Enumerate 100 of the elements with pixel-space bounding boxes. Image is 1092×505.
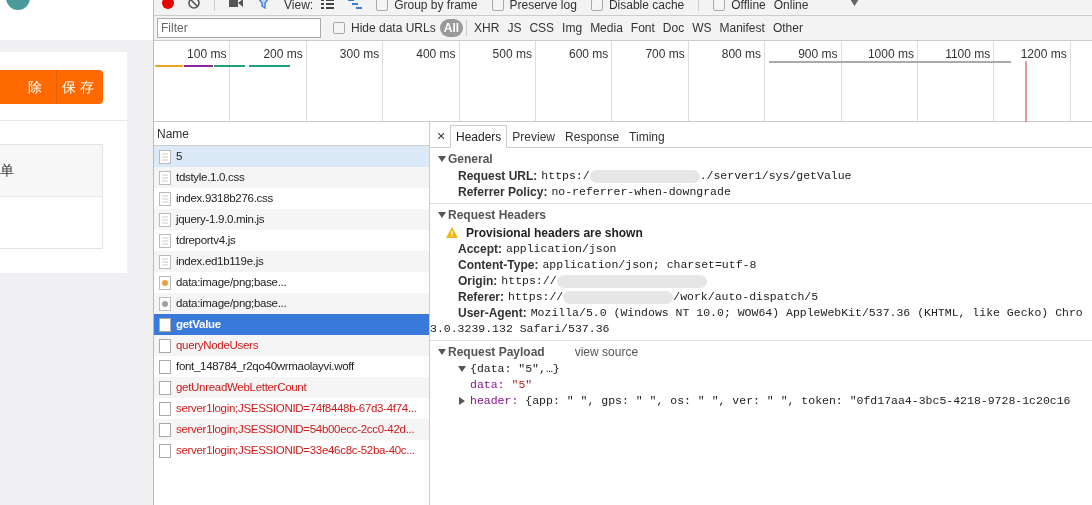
header-value: Mozilla/5.0 (Windows NT 10.0; WOW64) AppleWebKit/537.36 (KHTML, like Gecko) Chro bbox=[530, 305, 1083, 321]
payload-key: data: bbox=[470, 377, 505, 393]
payload-key: header: bbox=[470, 393, 519, 409]
tick-label: 400 ms bbox=[416, 46, 456, 59]
type-filter-tab[interactable]: WS bbox=[688, 19, 716, 37]
header-value: ./server1/sys/getValue bbox=[699, 168, 852, 184]
filter-field[interactable]: Filter bbox=[157, 18, 321, 38]
request-name: font_148784_r2qo40wrmaolayvi.woff bbox=[176, 358, 354, 374]
column-header[interactable]: Name bbox=[157, 124, 189, 143]
payload-value: "5" bbox=[511, 377, 533, 393]
request-name: jquery-1.9.0.min.js bbox=[176, 211, 265, 227]
document-icon bbox=[159, 170, 171, 185]
close-button[interactable]: × bbox=[434, 125, 448, 147]
checkbox-label[interactable]: Group by frame bbox=[394, 0, 478, 11]
video-camera-icon[interactable] bbox=[229, 0, 243, 8]
file-icon bbox=[159, 338, 171, 353]
checkbox-label[interactable]: Disable cache bbox=[608, 0, 685, 11]
table-cell-text: 单 bbox=[0, 161, 14, 180]
collapsed-arrow-icon[interactable] bbox=[458, 397, 466, 405]
tick-label: 200 ms bbox=[263, 46, 303, 59]
expanded-arrow-icon[interactable] bbox=[438, 155, 446, 163]
tick-label: 100 ms bbox=[187, 46, 227, 59]
detail-tab[interactable]: Timing bbox=[624, 125, 670, 148]
waterfall-icon[interactable] bbox=[348, 0, 363, 10]
request-name: server1login;JSESSIONID=74f8448b-67d3-4f74... bbox=[176, 400, 417, 416]
tick-label: 700 ms bbox=[645, 46, 685, 59]
image-file-icon bbox=[159, 275, 171, 290]
checkbox[interactable] bbox=[590, 0, 603, 11]
section-title[interactable]: General bbox=[448, 150, 493, 168]
checkbox[interactable] bbox=[491, 0, 504, 11]
request-row[interactable]: 5 bbox=[154, 146, 429, 167]
header-key: Referrer Policy: bbox=[458, 184, 548, 200]
request-row[interactable]: queryNodeUsers bbox=[154, 335, 429, 356]
type-filter-tab[interactable]: Doc bbox=[658, 19, 689, 37]
request-row[interactable]: getUnreadWebLetterCount bbox=[154, 377, 429, 398]
request-name: tdstyle.1.0.css bbox=[176, 169, 245, 185]
file-icon bbox=[159, 443, 171, 458]
header-key: Origin: bbox=[458, 273, 498, 289]
tick-label: 600 ms bbox=[569, 46, 609, 59]
checkbox-label[interactable]: Hide data URLs bbox=[351, 19, 436, 37]
request-row[interactable]: getValue bbox=[154, 314, 429, 335]
file-icon bbox=[159, 317, 171, 332]
header-value: no-referrer-when-downgrade bbox=[551, 184, 731, 200]
payload-summary: {data: "5",…} bbox=[470, 361, 560, 377]
header-value: https:// bbox=[501, 273, 557, 289]
document-icon bbox=[159, 212, 171, 227]
header-value: https:/ bbox=[541, 168, 590, 184]
file-icon bbox=[159, 380, 171, 395]
request-row[interactable]: jquery-1.9.0.min.js bbox=[154, 209, 429, 230]
checkbox[interactable] bbox=[376, 0, 389, 11]
header-value: 3.0.3239.132 Safari/537.36 bbox=[430, 321, 611, 337]
request-row[interactable]: server1login;JSESSIONID=54b00ecc-2cc0-42d... bbox=[154, 419, 429, 440]
header-value: application/json; charset=utf-8 bbox=[542, 257, 757, 273]
header-key: Content-Type: bbox=[458, 257, 539, 273]
section-title[interactable]: Request Payload bbox=[448, 343, 545, 361]
view-source-link[interactable]: view source bbox=[574, 343, 639, 361]
type-filter-tab[interactable]: Other bbox=[768, 19, 807, 37]
header-value: https:// bbox=[508, 289, 564, 305]
request-row[interactable]: tdstyle.1.0.css bbox=[154, 167, 429, 188]
request-name: data:image/png;base... bbox=[176, 274, 287, 290]
type-filter-tab[interactable]: Manifest bbox=[715, 19, 769, 37]
detail-tab[interactable]: Headers bbox=[450, 125, 508, 148]
throttle-select[interactable]: Online bbox=[773, 0, 860, 11]
request-name: index.ed1b119e.js bbox=[176, 253, 264, 269]
clear-icon[interactable] bbox=[188, 0, 200, 9]
checkbox-label[interactable]: Offline bbox=[731, 0, 766, 11]
expanded-arrow-icon[interactable] bbox=[438, 348, 446, 356]
header-value: application/json bbox=[506, 241, 617, 257]
type-filter-tab[interactable]: Font bbox=[626, 19, 659, 37]
record-icon[interactable] bbox=[162, 0, 174, 9]
payload-value: {app: " ", gps: " ", os: " ", ver: " ", token: "0fd17aa4-3bc5-4218-9728-1c20c16 bbox=[525, 393, 1071, 409]
request-name: queryNodeUsers bbox=[176, 337, 259, 353]
request-name: getValue bbox=[176, 316, 221, 332]
request-row[interactable]: index.ed1b119e.js bbox=[154, 251, 429, 272]
header-key: User-Agent: bbox=[458, 305, 527, 321]
tick-label: 900 ms bbox=[798, 46, 838, 59]
expanded-arrow-icon[interactable] bbox=[438, 211, 446, 219]
request-name: 5 bbox=[176, 148, 183, 164]
request-name: getUnreadWebLetterCount bbox=[176, 379, 307, 395]
request-row[interactable]: data:image/png;base... bbox=[154, 293, 429, 314]
view-label: View: bbox=[284, 0, 314, 11]
request-name: tdreportv4.js bbox=[176, 232, 236, 248]
section-title[interactable]: Request Headers bbox=[448, 206, 547, 224]
header-value: /work/auto-dispatch/5 bbox=[673, 289, 819, 305]
list-view-icon[interactable] bbox=[321, 0, 335, 10]
request-name: data:image/png;base... bbox=[176, 295, 287, 311]
expanded-arrow-icon[interactable] bbox=[458, 365, 466, 373]
image-file-icon bbox=[159, 296, 171, 311]
checkbox[interactable] bbox=[713, 0, 726, 11]
detail-tab[interactable]: Response bbox=[560, 125, 625, 148]
type-filter-tab[interactable]: Img bbox=[558, 19, 587, 37]
type-filter-tab[interactable]: XHR bbox=[470, 19, 504, 37]
filter-icon[interactable] bbox=[257, 0, 270, 9]
checkbox[interactable] bbox=[333, 22, 345, 34]
type-filter-tab[interactable]: CSS bbox=[525, 19, 559, 37]
tick-label: 800 ms bbox=[721, 46, 762, 59]
type-filter-tab[interactable]: Media bbox=[586, 19, 627, 37]
type-filter-tab[interactable]: JS bbox=[503, 19, 526, 37]
detail-tab[interactable]: Preview bbox=[507, 125, 561, 148]
checkbox-label[interactable]: Preserve log bbox=[509, 0, 577, 11]
